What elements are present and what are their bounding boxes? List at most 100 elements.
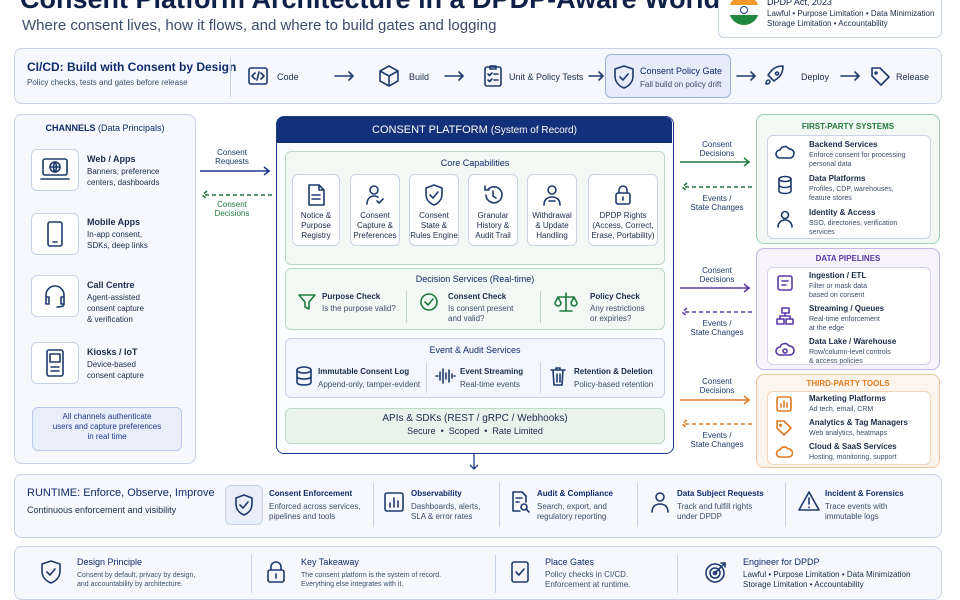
channels-note-line2: users and capture preferences	[52, 422, 162, 431]
channel-kiosk-desc1: Device-based	[87, 360, 136, 369]
cicd-title: CI/CD: Build with Consent by Design	[27, 60, 237, 74]
arrow-left-dashed-icon	[678, 307, 754, 317]
divider	[406, 291, 407, 323]
page-title: Consent Platform Architecture in a DPDP-…	[20, 0, 720, 15]
footer-engineer-name: Engineer for DPDP	[743, 557, 820, 567]
policy-check-desc2: or expiries?	[590, 314, 632, 323]
footer-takeaway-d2: Everything else integrates with it.	[301, 581, 404, 588]
channel-mobile-tile	[31, 213, 79, 255]
first-party-title: FIRST-PARTY SYSTEMS	[801, 122, 895, 131]
arrow-right-icon	[333, 71, 357, 81]
arrow-right-icon	[443, 71, 467, 81]
data-lake-d2: & access policies	[809, 358, 863, 365]
core-card-notice[interactable]: Notice & Purpose Registry	[292, 174, 340, 246]
arrow-left-dashed-icon	[678, 182, 754, 192]
apis-sdks[interactable]: APIs & SDKs (REST / gRPC / Webhooks) Sec…	[285, 408, 665, 444]
footer-gates-name: Place Gates	[545, 557, 595, 567]
third-party-panel: THIRD-PARTY TOOLS Marketing Platforms Ad…	[756, 374, 940, 468]
checklist-icon	[509, 559, 531, 585]
runtime-title: RUNTIME: Enforce, Observe, Improve	[27, 487, 215, 499]
consent-decisions-label-3: Consent Decisions	[699, 377, 735, 395]
divider	[426, 363, 427, 393]
footer-design-d2: and accountability by architecture.	[77, 581, 183, 588]
divider	[540, 291, 541, 323]
lock-icon	[265, 559, 287, 585]
runtime-observability-d1: Dashboards, alerts,	[411, 502, 481, 511]
pipelines-title: DATA PIPELINES	[815, 254, 881, 263]
tag-icon	[775, 419, 795, 439]
footer-gates-d2: Enforcement at runtime.	[545, 580, 631, 589]
core-card-withdrawal[interactable]: Withdrawal & Update Handling	[527, 174, 577, 246]
divider	[785, 483, 786, 527]
shield-check-icon	[39, 559, 63, 585]
cicd-subtitle: Policy checks, tests and gates before re…	[27, 78, 188, 87]
data-platforms-name: Data Platforms	[809, 174, 866, 183]
streaming-name: Streaming / Queues	[809, 304, 885, 313]
channel-call-desc1: Agent-assisted	[87, 293, 140, 302]
channel-web-desc2: centers, dashboards	[87, 178, 160, 187]
core-rights-l1: DPDP Rights	[599, 211, 647, 220]
arrow-right-icon	[678, 157, 754, 167]
shield-check-icon	[612, 64, 636, 90]
page-subtitle: Where consent lives, how it flows, and w…	[22, 17, 497, 34]
cloud-icon	[775, 143, 795, 163]
cicd-bar: CI/CD: Build with Consent by Design Poli…	[14, 48, 942, 104]
runtime-subtitle: Continuous enforcement and visibility	[27, 505, 177, 515]
cicd-step-tests: Unit & Policy Tests	[509, 72, 584, 82]
core-card-history[interactable]: Granular History & Audit Trail	[468, 174, 518, 246]
consent-policy-gate[interactable]: Consent Policy Gate Fail build on policy…	[605, 54, 731, 98]
backend-services-d1: Enforce consent for processing	[809, 152, 906, 159]
code-icon	[247, 65, 269, 87]
core-card-rules[interactable]: Consent State & Rules Engine	[409, 174, 459, 246]
core-withdrawal-l3: Handling	[536, 231, 568, 240]
india-flag-icon	[729, 0, 759, 25]
database-icon	[294, 365, 314, 387]
platform-title: CONSENT PLATFORM	[372, 124, 488, 136]
history-icon	[482, 183, 504, 207]
consent-decisions-label-2: Consent Decisions	[699, 266, 735, 284]
runtime-incident-name: Incident & Forensics	[825, 489, 904, 498]
runtime-observability-d2: SLA & error rates	[411, 512, 473, 521]
runtime-bar: RUNTIME: Enforce, Observe, Improve Conti…	[14, 474, 942, 538]
shield-check-icon	[423, 183, 445, 207]
policy-check-name: Policy Check	[590, 292, 640, 301]
policy-check-desc1: Any restrictions	[590, 304, 645, 313]
cicd-step-release: Release	[896, 72, 930, 82]
cicd-step-deploy: Deploy	[801, 72, 830, 82]
divider	[499, 483, 500, 527]
first-party-panel: FIRST-PARTY SYSTEMS Backend Services Enf…	[756, 114, 940, 244]
channel-kiosk-name: Kiosks / IoT	[87, 347, 138, 357]
marketing-d1: Ad tech, email, CRM	[809, 406, 874, 413]
runtime-dsr-d2: under DPDP	[677, 512, 722, 521]
consent-check-desc2: and valid?	[448, 314, 485, 323]
kiosk-icon	[43, 348, 67, 378]
dpdp-badge: DPDP Act, 2023 Lawful • Purpose Limitati…	[718, 0, 942, 38]
consent-decisions-left-label: Consent Decisions	[214, 200, 250, 218]
channel-mobile-desc1: In-app consent,	[87, 230, 143, 239]
channels-title: CHANNELS (Data Principals)	[45, 123, 165, 133]
core-card-capture[interactable]: Consent Capture & Preferences	[350, 174, 400, 246]
events-label-2: Events / State Changes	[690, 319, 744, 337]
gate-label: Consent Policy Gate	[640, 66, 723, 76]
event-title: Event & Audit Services	[429, 345, 521, 355]
cloud-saas-name: Cloud & SaaS Services	[809, 442, 897, 451]
core-title: Core Capabilities	[440, 158, 510, 168]
identity-access-d2: services	[809, 229, 835, 236]
footer-engineer-d2: Storage Limitation • Accountability	[743, 580, 864, 589]
consent-log-desc: Append-only, tamper-evident	[318, 380, 421, 389]
doc-search-icon	[509, 490, 531, 514]
decision-title: Decision Services (Real-time)	[415, 274, 535, 284]
warning-icon	[797, 490, 821, 512]
purpose-check-name: Purpose Check	[322, 292, 381, 301]
consent-decisions-label-1: Consent Decisions	[699, 140, 735, 158]
runtime-enforcement-name: Consent Enforcement	[269, 489, 353, 498]
analytics-name: Analytics & Tag Managers	[809, 418, 908, 427]
identity-access-name: Identity & Access	[809, 208, 876, 217]
consent-log-name: Immutable Consent Log	[318, 367, 410, 376]
footer-engineer-d1: Lawful • Purpose Limitation • Data Minim…	[743, 570, 911, 579]
core-card-rights[interactable]: DPDP Rights (Access, Correct, Erase, Porta…	[588, 174, 658, 246]
runtime-audit-d1: Search, export, and	[537, 502, 607, 511]
dpdp-line2: Storage Limitation • Accountability	[767, 19, 888, 28]
decision-services: Decision Services (Real-time) Purpose Ch…	[285, 268, 665, 330]
data-lake-name: Data Lake / Warehouse	[809, 337, 897, 346]
